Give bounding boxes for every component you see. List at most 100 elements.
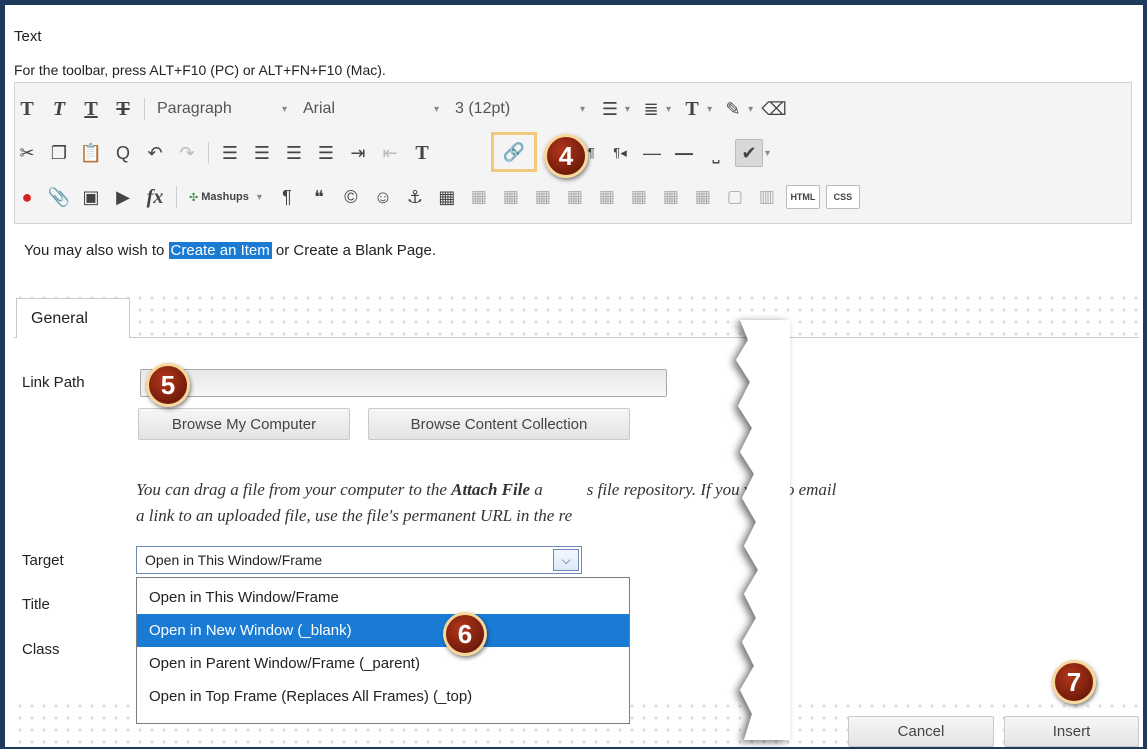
indent-icon[interactable]: ⇥ [345,140,371,166]
torn-edge-decoration [736,320,790,740]
table-merge-cells-icon[interactable]: ▦ [690,184,716,210]
class-label: Class [22,641,60,658]
emoticon-icon[interactable]: ☺ [370,184,396,210]
table-split-cells-icon[interactable]: ▦ [658,184,684,210]
strikethrough-text-icon[interactable]: T [110,96,136,122]
table-row-before-icon[interactable]: ▦ [466,184,492,210]
spellcheck-icon[interactable]: ✔ [735,139,763,167]
redo-icon[interactable]: ↷ [174,140,200,166]
paragraph-mark-icon[interactable]: ¶ [274,184,300,210]
link-path-input[interactable] [140,369,667,397]
outdent-icon[interactable]: ⇤ [377,140,403,166]
link-icon: 🔗 [502,141,526,162]
eraser-icon[interactable]: ⌫ [761,96,787,122]
highlight-pen-icon[interactable]: ✎ [720,96,746,122]
editor-text-prefix: You may also wish to [24,242,169,259]
toolbar-hint: For the toolbar, press ALT+F10 (PC) or A… [14,62,386,78]
selected-text[interactable]: Create an Item [168,242,272,259]
horizontal-rule-icon[interactable]: — [639,140,665,166]
thick-rule-icon[interactable]: — [671,140,697,166]
table-cell-props-icon[interactable]: ▥ [754,184,780,210]
chevron-down-icon[interactable]: ▾ [748,104,753,115]
table-delete-col-icon[interactable]: ▦ [626,184,652,210]
italic-text-icon[interactable]: T [46,96,72,122]
insert-table-icon[interactable]: ▦ [434,184,460,210]
paragraph-format-dropdown[interactable]: Paragraph ▾ [153,96,291,122]
insert-link-button[interactable]: 🔗 [491,132,537,172]
numbered-list-icon[interactable]: ≣ [638,96,664,122]
chevron-down-icon[interactable]: ▾ [765,148,770,159]
align-justify-icon[interactable]: ☰ [313,140,339,166]
dotted-background [14,292,1139,338]
chevron-down-icon[interactable]: ▾ [707,104,712,115]
underline-text-icon[interactable]: T [78,96,104,122]
nonbreaking-space-icon[interactable]: ⎵ [703,140,729,166]
target-select-value: Open in This Window/Frame [145,552,323,568]
bold-text-icon[interactable]: T [14,96,40,122]
font-size-dropdown[interactable]: 3 (12pt) ▾ [451,96,589,122]
chevron-down-icon: ▾ [433,103,439,115]
target-option[interactable]: Open in This Window/Frame [137,581,629,614]
step-badge-7: 7 [1052,660,1096,704]
cancel-button[interactable]: Cancel [848,716,994,747]
blockquote-icon[interactable]: ❝ [306,184,332,210]
link-path-label: Link Path [22,374,85,391]
info-text-2: a [530,480,543,499]
target-option-selected[interactable]: Open in New Window (_blank) [137,614,629,647]
target-dropdown-list: Open in This Window/Frame Open in New Wi… [136,577,630,724]
table-col-before-icon[interactable]: ▦ [562,184,588,210]
bullet-list-icon[interactable]: ☰ [597,96,623,122]
tab-general[interactable]: General [16,298,130,338]
paragraph-format-label: Paragraph [157,100,232,117]
media-icon[interactable]: ▶ [110,184,136,210]
cut-icon[interactable]: ✂ [14,140,40,166]
find-icon[interactable]: Q [110,140,136,166]
text-color-icon[interactable]: T [679,96,705,122]
table-col-after-icon[interactable]: ▦ [594,184,620,210]
font-family-label: Arial [303,100,336,117]
toolbar-row-2: ✂ ❐ 📋 Q ↶ ↷ ☰ ☰ ☰ ☰ ⇥ ⇤ T 🔗 ⛓ ▸¶ ¶◂ — — … [14,132,778,172]
target-option[interactable]: Open in Top Frame (Replaces All Frames) … [137,680,629,713]
paste-icon[interactable]: 📋 [78,140,104,166]
toolbar-separator [144,98,145,120]
target-option[interactable]: Open in Parent Window/Frame (_parent) [137,647,629,680]
browse-content-collection-button[interactable]: Browse Content Collection [368,408,630,440]
html-source-button[interactable]: HTML [785,185,820,209]
toolbar-row-3: ● 📎 ▣ ▶ fx ✣ Mashups ▾ ¶ ❝ © ☺ ⚓ ▦ ▦ ▦ ▦ ▦… [14,181,866,213]
table-props-icon[interactable]: ▢ [722,184,748,210]
target-select[interactable]: Open in This Window/Frame ⌵ [136,546,582,574]
toolbar-separator [176,186,177,208]
image-icon[interactable]: ▣ [78,184,104,210]
chevron-down-icon[interactable]: ⌵ [553,549,579,571]
align-left-icon[interactable]: ☰ [217,140,243,166]
chevron-down-icon[interactable]: ▾ [625,104,630,115]
text-field-label: Text [14,28,42,45]
css-editor-button[interactable]: CSS [825,185,860,209]
info-attach-file: Attach File [451,480,530,499]
mashups-dropdown[interactable]: ✣ Mashups ▾ [185,184,266,210]
chevron-down-icon[interactable]: ▾ [666,104,671,115]
browse-my-computer-button[interactable]: Browse My Computer [138,408,350,440]
align-right-icon[interactable]: ☰ [281,140,307,166]
chevron-down-icon: ▾ [281,103,287,115]
superscript-icon[interactable]: T [409,140,435,166]
youtube-icon[interactable]: ● [14,184,40,210]
copyright-icon[interactable]: © [338,184,364,210]
chevron-down-icon: ▾ [579,103,585,115]
step-badge-6: 6 [443,612,487,656]
math-formula-icon[interactable]: fx [142,184,168,210]
rtl-direction-icon[interactable]: ¶◂ [607,140,633,166]
attachment-icon[interactable]: 📎 [46,184,72,210]
table-delete-row-icon[interactable]: ▦ [530,184,556,210]
editor-text-suffix: or Create a Blank Page. [271,242,437,259]
mashups-icon: ✣ [189,191,199,204]
anchor-icon[interactable]: ⚓ [402,184,428,210]
info-text-1: You can drag a file from your computer t… [136,480,452,499]
table-row-after-icon[interactable]: ▦ [498,184,524,210]
copy-icon[interactable]: ❐ [46,140,72,166]
insert-button[interactable]: Insert [1004,716,1139,747]
editor-content: You may also wish to Create an Item or C… [24,242,436,259]
font-family-dropdown[interactable]: Arial ▾ [299,96,443,122]
undo-icon[interactable]: ↶ [142,140,168,166]
align-center-icon[interactable]: ☰ [249,140,275,166]
